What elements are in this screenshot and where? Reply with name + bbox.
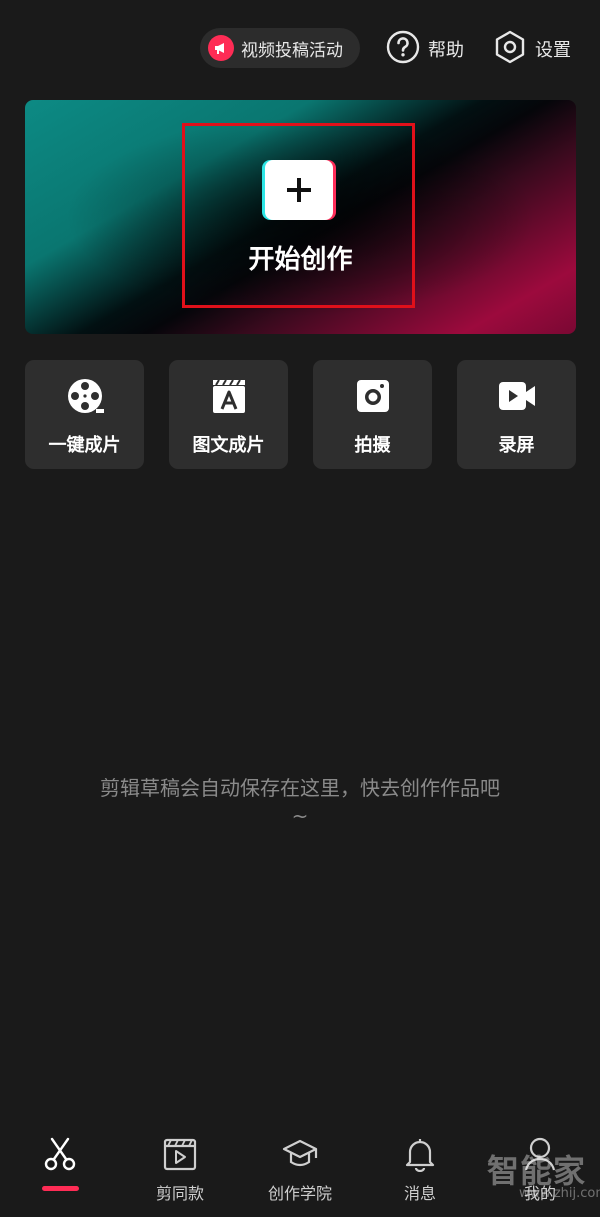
start-creating-label: 开始创作 (248, 245, 353, 275)
bell-icon (402, 1136, 438, 1173)
text-to-video-button[interactable]: 图文成片 (169, 360, 288, 469)
tool-label: 录屏 (498, 435, 535, 456)
active-tab-indicator (42, 1186, 79, 1191)
one-click-video-button[interactable]: 一键成片 (25, 360, 144, 469)
graduation-cap-icon (282, 1136, 318, 1172)
tool-label: 拍摄 (354, 435, 391, 456)
video-record-icon (498, 377, 536, 415)
watermark-url: www.zhij.com (519, 1186, 600, 1201)
tool-label: 一键成片 (48, 435, 121, 456)
nav-label: 消息 (403, 1184, 436, 1203)
nav-label: 创作学院 (267, 1184, 332, 1203)
nav-academy[interactable]: 创作学院 (240, 1132, 360, 1203)
scissors-icon (42, 1136, 78, 1172)
plus-icon[interactable] (265, 160, 333, 220)
campaign-button[interactable]: 视频投稿活动 (200, 28, 360, 68)
tool-label: 图文成片 (192, 435, 265, 456)
nav-edit[interactable] (0, 1132, 120, 1202)
gear-icon (493, 30, 527, 68)
help-label: 帮助 (428, 40, 464, 61)
watermark: 智能家 www.zhij.com (487, 1146, 600, 1206)
start-creating-banner[interactable]: 开始创作 (25, 100, 576, 334)
nav-label: 剪同款 (155, 1184, 204, 1203)
campaign-label: 视频投稿活动 (241, 40, 343, 61)
nav-messages[interactable]: 消息 (360, 1132, 480, 1203)
film-reel-icon (66, 377, 104, 415)
camera-icon (354, 377, 392, 415)
settings-button[interactable]: 设置 (493, 30, 571, 68)
clapboard-play-icon (162, 1136, 198, 1172)
clapboard-text-icon (210, 377, 248, 415)
help-button[interactable]: 帮助 (386, 30, 464, 68)
shoot-button[interactable]: 拍摄 (313, 360, 432, 469)
screen-record-button[interactable]: 录屏 (457, 360, 576, 469)
empty-drafts-message: 剪辑草稿会自动保存在这里，快去创作作品吧~ (100, 776, 500, 828)
help-icon (386, 30, 420, 68)
nav-templates[interactable]: 剪同款 (120, 1132, 240, 1203)
megaphone-icon (208, 35, 234, 61)
settings-label: 设置 (535, 40, 571, 61)
